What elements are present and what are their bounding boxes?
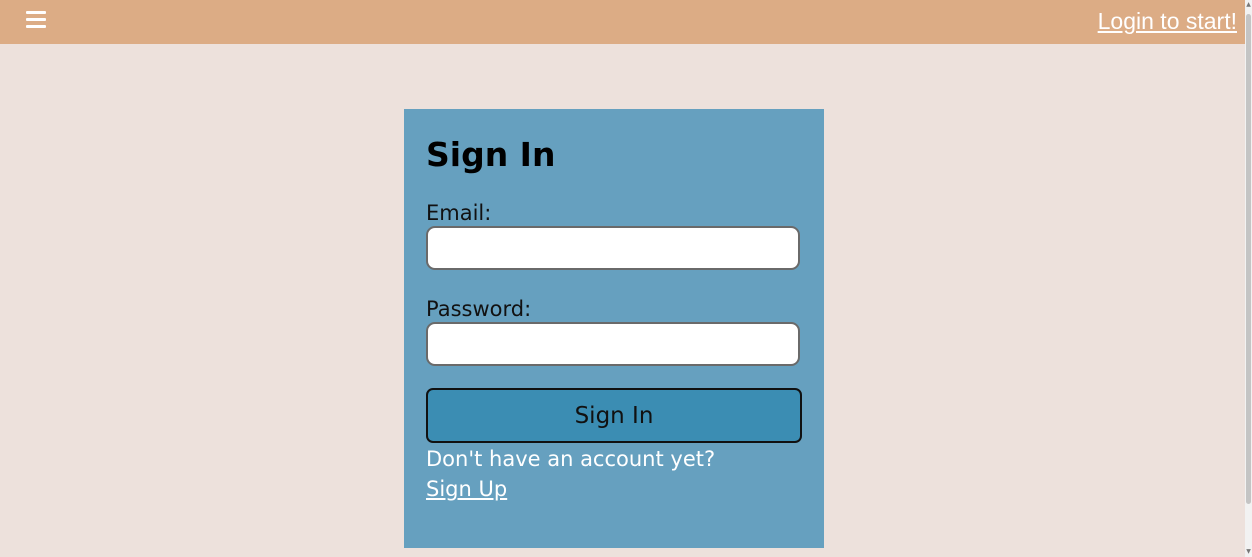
scroll-up-arrow-icon[interactable]: ▲ xyxy=(1245,0,1252,10)
scroll-down-arrow-icon[interactable]: ▼ xyxy=(1245,547,1252,557)
vertical-scrollbar[interactable]: ▲ ▼ xyxy=(1245,0,1252,557)
sign-in-card: Sign In Email: Password: Sign In Don't h… xyxy=(404,109,824,548)
password-field[interactable] xyxy=(426,322,800,366)
sign-in-title: Sign In xyxy=(426,135,556,174)
password-label: Password: xyxy=(426,297,532,321)
email-field[interactable] xyxy=(426,226,800,270)
email-label: Email: xyxy=(426,201,492,225)
sign-in-button[interactable]: Sign In xyxy=(426,388,802,443)
hamburger-menu-icon[interactable] xyxy=(26,11,46,31)
sign-up-link[interactable]: Sign Up xyxy=(426,475,507,503)
scrollbar-thumb[interactable] xyxy=(1246,14,1251,504)
no-account-text: Don't have an account yet? xyxy=(426,447,716,471)
login-to-start-link[interactable]: Login to start! xyxy=(1098,6,1237,36)
top-navigation-bar: Login to start! xyxy=(0,0,1245,44)
